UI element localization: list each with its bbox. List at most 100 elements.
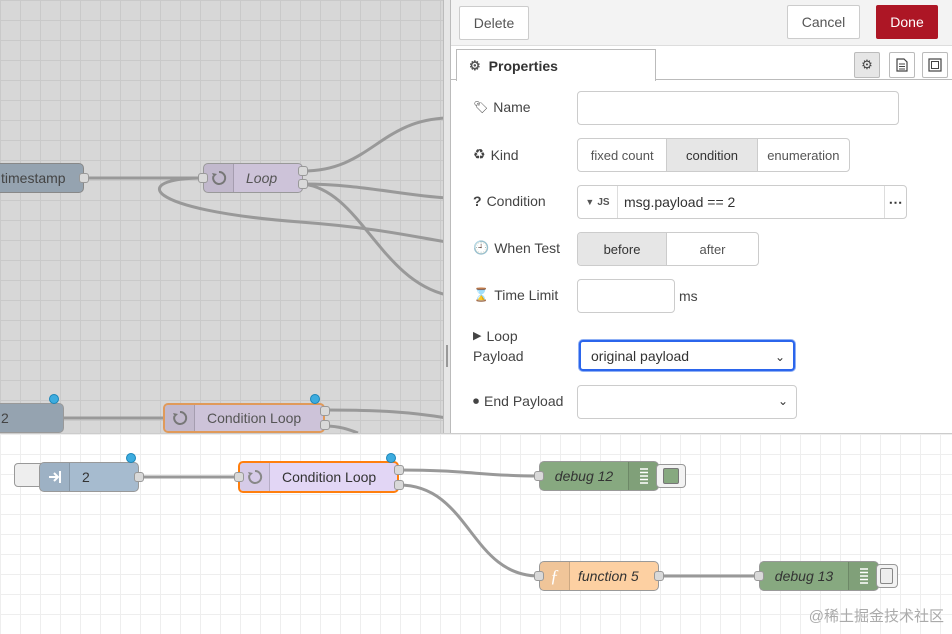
name-input[interactable]	[577, 91, 899, 125]
condition-loop-changed-dot	[386, 453, 396, 463]
node-edit-panel: Delete Cancel Done ⚙ Properties ⚙ 🏷 Name…	[451, 0, 952, 433]
top-inject-changed-dot	[49, 394, 59, 404]
cancel-button[interactable]: Cancel	[787, 5, 860, 39]
arrow-in-icon	[40, 463, 70, 491]
kind-toggle-group: fixed count condition enumeration	[577, 138, 850, 172]
gear-icon: ⚙	[469, 57, 481, 73]
bottom-wires	[138, 468, 759, 578]
debug-12-toggle-indicator	[663, 468, 679, 484]
when-after-button[interactable]: after	[667, 233, 758, 265]
condition-loop-output-2[interactable]	[394, 480, 404, 490]
debug-12-input-port[interactable]	[534, 471, 544, 481]
condition-loop-input-port[interactable]	[234, 472, 244, 482]
kind-condition-button[interactable]: condition	[667, 139, 758, 171]
loop-output-port-2[interactable]	[298, 179, 308, 189]
debug-13-label: debug 13	[774, 568, 834, 584]
panel-splitter[interactable]	[443, 0, 451, 433]
condition-label: Condition	[486, 193, 546, 209]
condition-expand-button[interactable]: ⋯	[884, 186, 906, 218]
top-inject-label: 2	[1, 410, 9, 426]
top-wires	[64, 116, 447, 433]
condition-value[interactable]: msg.payload == 2	[618, 194, 884, 210]
splitter-grip[interactable]	[446, 345, 448, 367]
timestamp-node[interactable]: timestamp	[0, 163, 84, 193]
recycle-icon: ♻	[473, 146, 486, 162]
question-icon: ?	[473, 193, 482, 209]
tag-icon: 🏷	[473, 100, 489, 114]
condition-type-label: JS	[597, 196, 610, 208]
time-limit-unit: ms	[679, 288, 698, 304]
done-button[interactable]: Done	[876, 5, 938, 39]
top-inject-node[interactable]: 2	[0, 403, 64, 433]
gear-icon: ⚙	[861, 57, 873, 72]
play-circle-icon: ▶	[473, 330, 482, 342]
when-before-button[interactable]: before	[578, 233, 668, 265]
description-tab-button[interactable]	[889, 52, 915, 78]
debug-13-toggle-button[interactable]	[876, 564, 898, 588]
debug-12-node[interactable]: debug 12	[539, 461, 659, 491]
top-condition-loop-node[interactable]: Condition Loop	[163, 403, 325, 433]
loop-node-label: Loop	[246, 170, 278, 186]
end-payload-select[interactable]: ⌄	[577, 385, 797, 419]
debug-13-node[interactable]: debug 13	[759, 561, 879, 591]
top-condition-loop-output-2[interactable]	[320, 420, 330, 430]
chevron-down-icon: ⌄	[774, 350, 785, 364]
debug-list-icon	[848, 562, 878, 590]
function-5-output-port[interactable]	[654, 571, 664, 581]
settings-tab-button[interactable]: ⚙	[854, 52, 880, 78]
loop-icon	[204, 164, 234, 192]
loop-payload-label-row: ▶ Loop Payload	[473, 326, 524, 366]
clock-icon: 🕘	[473, 240, 490, 255]
function-icon: ƒ	[540, 562, 570, 590]
frame-icon	[928, 58, 942, 72]
loop-input-port[interactable]	[198, 173, 208, 183]
time-limit-label-row: ⌛ Time Limit	[473, 287, 558, 303]
caret-down-icon: ▼	[585, 197, 595, 207]
top-condition-loop-output-1[interactable]	[320, 406, 330, 416]
when-test-toggle-group: before after	[577, 232, 759, 266]
bottom-workspace[interactable]: 2 Condition Loop debug 12 ƒ function 5 d…	[0, 433, 952, 634]
top-workspace[interactable]: timestamp Loop 2 Condition Loop	[0, 0, 447, 433]
tab-properties-label: Properties	[488, 57, 558, 74]
loop-node[interactable]: Loop	[203, 163, 303, 193]
debug-12-label: debug 12	[554, 468, 614, 484]
kind-label-row: ♻ Kind	[473, 146, 519, 163]
debug-13-input-port[interactable]	[754, 571, 764, 581]
loop-payload-label-line1: Loop	[486, 328, 518, 344]
kind-label: Kind	[490, 146, 519, 163]
condition-type-selector[interactable]: ▼ JS	[578, 186, 618, 218]
time-limit-input[interactable]	[577, 279, 675, 313]
kind-fixed-count-button[interactable]: fixed count	[578, 139, 668, 171]
time-limit-label: Time Limit	[494, 287, 559, 303]
condition-label-row: ? Condition	[473, 193, 546, 209]
kind-enumeration-button[interactable]: enumeration	[758, 139, 849, 171]
top-condition-loop-changed-dot	[310, 394, 320, 404]
watermark-text: @稀土掘金技术社区	[808, 608, 944, 625]
timestamp-output-port[interactable]	[79, 173, 89, 183]
inject-output-port[interactable]	[134, 472, 144, 482]
appearance-tab-button[interactable]	[922, 52, 948, 78]
inject-changed-dot	[126, 453, 136, 463]
loop-output-port-1[interactable]	[298, 166, 308, 176]
delete-button[interactable]: Delete	[459, 6, 529, 40]
condition-typed-input[interactable]: ▼ JS msg.payload == 2 ⋯	[577, 185, 907, 219]
condition-loop-node[interactable]: Condition Loop	[238, 461, 399, 493]
top-condition-loop-icon	[165, 405, 195, 431]
inject-node[interactable]: 2	[39, 462, 139, 492]
condition-loop-label: Condition Loop	[282, 469, 377, 485]
panel-toolbar: Delete Cancel Done	[451, 0, 952, 46]
when-test-label: When Test	[494, 240, 561, 256]
function-5-node[interactable]: ƒ function 5	[539, 561, 659, 591]
hourglass-icon: ⌛	[473, 287, 490, 302]
panel-tabs: ⚙ Properties ⚙	[451, 46, 952, 81]
chevron-down-icon: ⌄	[777, 394, 788, 408]
debug-list-icon	[628, 462, 658, 490]
loop-payload-label-line2: Payload	[473, 348, 524, 364]
loop-payload-select[interactable]: original payload ⌄	[579, 340, 795, 371]
condition-loop-output-1[interactable]	[394, 465, 404, 475]
debug-12-toggle-button[interactable]	[656, 464, 686, 488]
stop-circle-icon: ⏺	[473, 393, 480, 408]
inject-node-label: 2	[82, 469, 90, 485]
tab-properties[interactable]: ⚙ Properties	[456, 49, 656, 81]
function-5-input-port[interactable]	[534, 571, 544, 581]
